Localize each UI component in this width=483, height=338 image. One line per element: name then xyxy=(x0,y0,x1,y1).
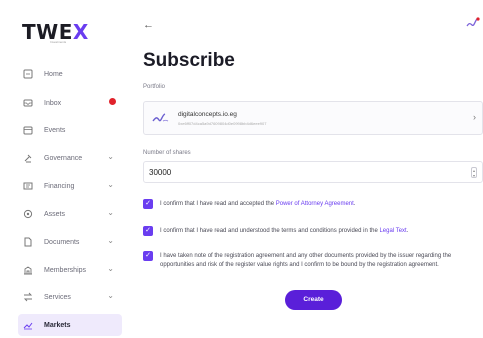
portfolio-select[interactable]: digitalconcepts.io.eg 0xe6ff07d4ca5a9d76… xyxy=(143,101,483,135)
shares-value: 30000 xyxy=(149,168,172,177)
sidebar-item-label: Memberships xyxy=(44,266,87,274)
sidebar-item-memberships[interactable]: Memberships ⌄ xyxy=(18,259,122,281)
stepper-icon[interactable]: ▴ ▾ xyxy=(471,167,477,178)
sidebar-item-governance[interactable]: Governance ⌄ xyxy=(18,147,122,169)
check-text-part: I confirm that I have read and accepted … xyxy=(160,201,276,207)
sidebar-item-label: Inbox xyxy=(44,99,62,107)
create-button[interactable]: Create xyxy=(285,290,342,310)
gavel-icon xyxy=(22,152,34,164)
portfolio-label: Portfolio xyxy=(143,84,166,90)
chevron-down-icon: ⌄ xyxy=(107,152,114,161)
portfolio-logo-icon xyxy=(152,112,170,126)
inbox-icon xyxy=(22,97,34,109)
sidebar-item-assets[interactable]: Assets ⌄ xyxy=(18,203,122,225)
sidebar-item-financing[interactable]: Financing ⌄ xyxy=(18,175,122,197)
chart-icon xyxy=(22,319,34,331)
building-icon xyxy=(22,264,34,276)
chevron-down-icon: ⌄ xyxy=(107,180,114,189)
sidebar: TWEX Investments Home Inbox Events Gover… xyxy=(0,0,128,338)
sidebar-item-label: Governance xyxy=(44,154,83,162)
home-icon xyxy=(22,68,34,80)
sidebar-item-inbox[interactable]: Inbox xyxy=(18,92,122,114)
checkbox-legal-text[interactable]: ✓ xyxy=(143,226,153,236)
chevron-down-icon: ⌄ xyxy=(107,208,114,217)
sidebar-item-documents[interactable]: Documents ⌄ xyxy=(18,231,122,253)
financing-icon xyxy=(22,180,34,192)
calendar-icon xyxy=(22,124,34,136)
check-text: I confirm that I have read and understoo… xyxy=(160,227,475,236)
swap-icon xyxy=(22,291,34,303)
sidebar-item-label: Home xyxy=(44,70,63,78)
check-text: I have taken note of the registration ag… xyxy=(160,253,452,268)
document-icon xyxy=(22,236,34,248)
sidebar-item-events[interactable]: Events xyxy=(18,119,122,141)
check-text-part: I confirm that I have read and understoo… xyxy=(160,228,380,234)
power-of-attorney-link[interactable]: Power of Attorney Agreement xyxy=(276,201,354,207)
shares-label: Number of shares xyxy=(143,150,191,156)
check-text-part: . xyxy=(406,228,409,234)
sidebar-item-label: Documents xyxy=(44,238,80,246)
check-text: I confirm that I have read and accepted … xyxy=(160,200,475,209)
sidebar-item-markets[interactable]: Markets xyxy=(18,314,122,336)
checkbox-power-of-attorney[interactable]: ✓ xyxy=(143,199,153,209)
back-button[interactable]: ← xyxy=(143,19,154,31)
portfolio-name: digitalconcepts.io.eg xyxy=(178,111,237,118)
chevron-down-icon: ⌄ xyxy=(107,236,114,245)
sidebar-item-label: Events xyxy=(44,126,66,134)
chevron-right-icon: › xyxy=(473,112,476,122)
shares-input[interactable]: 30000 ▴ ▾ xyxy=(143,161,483,183)
sidebar-item-services[interactable]: Services ⌄ xyxy=(18,286,122,308)
chevron-down-icon: ⌄ xyxy=(107,291,114,300)
sidebar-item-home[interactable]: Home xyxy=(18,63,122,85)
portfolio-address: 0xe6ff07d4ca5a9d7609804d0e0998bb4d6eee90… xyxy=(178,121,267,126)
sidebar-item-label: Assets xyxy=(44,210,66,218)
page-title: Subscribe xyxy=(143,50,235,71)
arrow-left-icon: ← xyxy=(143,19,154,31)
logo-subtitle: Investments xyxy=(50,40,67,44)
logo-x: X xyxy=(72,20,89,44)
chevron-down-icon: ⌄ xyxy=(107,264,114,273)
avatar[interactable] xyxy=(466,16,482,32)
sidebar-item-label: Services xyxy=(44,293,71,301)
legal-text-link[interactable]: Legal Text xyxy=(379,228,406,234)
notification-badge xyxy=(109,98,116,105)
sidebar-item-label: Financing xyxy=(44,182,75,190)
check-text-part: . xyxy=(353,201,356,207)
sidebar-item-label: Markets xyxy=(44,321,71,329)
checkbox-registration[interactable]: ✓ xyxy=(143,251,153,261)
assets-icon xyxy=(22,208,34,220)
